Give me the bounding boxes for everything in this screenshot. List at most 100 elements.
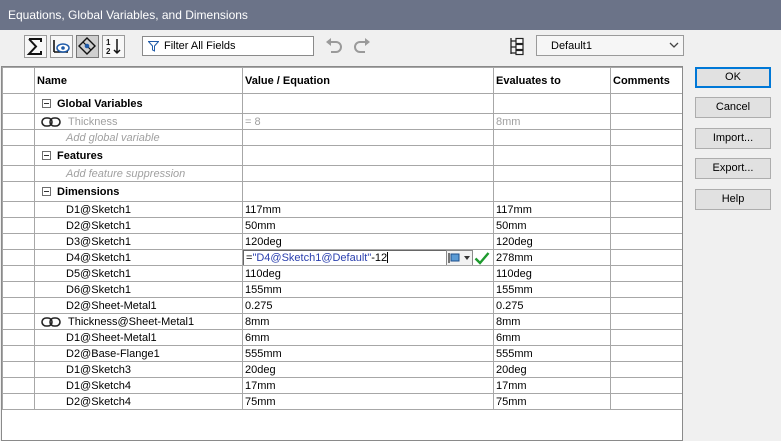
export-button[interactable]: Export...: [695, 158, 771, 179]
table-row[interactable]: D3@Sketch1 120deg 120deg: [2, 233, 682, 250]
row-header[interactable]: [2, 249, 35, 266]
table-row[interactable]: D1@Sketch1 117mm 117mm: [2, 201, 682, 218]
comments-cell[interactable]: [610, 249, 682, 266]
name-cell[interactable]: D1@Sketch4: [34, 377, 243, 394]
name-cell[interactable]: D3@Sketch1: [34, 233, 243, 250]
table-row[interactable]: D1@Sketch3 20deg 20deg: [2, 361, 682, 378]
add-feature-suppression-field[interactable]: Add feature suppression: [34, 165, 243, 182]
row-header[interactable]: [2, 313, 35, 330]
row-header[interactable]: [2, 393, 35, 410]
table-row-editing[interactable]: D4@Sketch1 ="D4@Sketch1@Default"-12 278m…: [2, 249, 682, 266]
accept-check-icon[interactable]: [474, 251, 490, 265]
value-cell[interactable]: 17mm: [242, 377, 494, 394]
value-cell[interactable]: 6mm: [242, 329, 494, 346]
value-cell[interactable]: [242, 165, 494, 182]
table-row[interactable]: Thickness@Sheet-Metal1 8mm 8mm: [2, 313, 682, 330]
table-row[interactable]: D5@Sketch1 110deg 110deg: [2, 265, 682, 282]
add-row[interactable]: Add feature suppression: [2, 165, 682, 182]
help-button[interactable]: Help: [695, 189, 771, 210]
comments-cell[interactable]: [610, 233, 682, 250]
collapse-icon[interactable]: [42, 98, 51, 108]
ordered-view-button[interactable]: 1 2: [102, 35, 125, 58]
row-header[interactable]: [2, 113, 35, 130]
name-cell[interactable]: D4@Sketch1: [34, 249, 243, 266]
name-cell[interactable]: D6@Sketch1: [34, 281, 243, 298]
value-cell[interactable]: = 8: [242, 113, 494, 130]
value-cell[interactable]: 20deg: [242, 361, 494, 378]
comments-cell[interactable]: [610, 297, 682, 314]
comments-cell[interactable]: [610, 361, 682, 378]
comments-cell[interactable]: [610, 113, 682, 130]
function-picker-button[interactable]: [446, 250, 473, 265]
table-row[interactable]: D6@Sketch1 155mm 155mm: [2, 281, 682, 298]
table-row[interactable]: D1@Sheet-Metal1 6mm 6mm: [2, 329, 682, 346]
row-header[interactable]: [2, 217, 35, 234]
dimension-view-button[interactable]: [76, 35, 99, 58]
value-cell[interactable]: 8mm: [242, 313, 494, 330]
comments-cell[interactable]: [610, 281, 682, 298]
column-header-comments[interactable]: Comments: [610, 67, 682, 94]
table-row[interactable]: Thickness = 8 8mm: [2, 113, 682, 130]
row-header[interactable]: [2, 201, 35, 218]
value-cell[interactable]: 75mm: [242, 393, 494, 410]
comments-cell[interactable]: [610, 217, 682, 234]
comments-cell[interactable]: [610, 165, 682, 182]
column-header-value[interactable]: Value / Equation: [242, 67, 494, 94]
value-cell[interactable]: 117mm: [242, 201, 494, 218]
comments-cell[interactable]: [610, 313, 682, 330]
comments-cell[interactable]: [610, 329, 682, 346]
value-cell[interactable]: 155mm: [242, 281, 494, 298]
row-header[interactable]: [2, 345, 35, 362]
comments-cell[interactable]: [610, 129, 682, 146]
comments-cell[interactable]: [610, 345, 682, 362]
name-cell[interactable]: D5@Sketch1: [34, 265, 243, 282]
table-row[interactable]: D2@Sheet-Metal1 0.275 0.275: [2, 297, 682, 314]
row-header[interactable]: [2, 181, 35, 202]
name-cell[interactable]: D2@Sketch4: [34, 393, 243, 410]
row-header[interactable]: [2, 361, 35, 378]
value-cell[interactable]: 50mm: [242, 217, 494, 234]
comments-cell[interactable]: [610, 393, 682, 410]
row-header[interactable]: [2, 129, 35, 146]
equation-view-button[interactable]: [24, 35, 47, 58]
sketch-equation-view-button[interactable]: [50, 35, 73, 58]
undo-icon[interactable]: [324, 37, 344, 55]
name-cell[interactable]: Thickness@Sheet-Metal1: [34, 313, 243, 330]
value-cell[interactable]: 555mm: [242, 345, 494, 362]
configuration-dropdown[interactable]: Default1: [536, 35, 684, 56]
name-cell[interactable]: D1@Sheet-Metal1: [34, 329, 243, 346]
ok-button[interactable]: OK: [695, 67, 771, 88]
name-cell[interactable]: D1@Sketch3: [34, 361, 243, 378]
collapse-icon[interactable]: [42, 186, 51, 196]
comments-cell[interactable]: [610, 201, 682, 218]
name-cell[interactable]: D1@Sketch1: [34, 201, 243, 218]
table-row[interactable]: D2@Base-Flange1 555mm 555mm: [2, 345, 682, 362]
name-cell[interactable]: D2@Sheet-Metal1: [34, 297, 243, 314]
row-header[interactable]: [2, 93, 35, 114]
row-header[interactable]: [2, 233, 35, 250]
equation-edit-field[interactable]: ="D4@Sketch1@Default"-12: [243, 250, 447, 265]
table-row[interactable]: D2@Sketch4 75mm 75mm: [2, 393, 682, 410]
collapse-icon[interactable]: [42, 150, 51, 160]
name-cell[interactable]: D2@Base-Flange1: [34, 345, 243, 362]
name-cell[interactable]: D2@Sketch1: [34, 217, 243, 234]
row-header[interactable]: [2, 145, 35, 166]
add-global-variable-field[interactable]: Add global variable: [34, 129, 243, 146]
redo-icon[interactable]: [352, 37, 372, 55]
table-row[interactable]: D1@Sketch4 17mm 17mm: [2, 377, 682, 394]
value-cell-editing[interactable]: ="D4@Sketch1@Default"-12: [242, 249, 494, 266]
value-cell[interactable]: 120deg: [242, 233, 494, 250]
value-cell[interactable]: 110deg: [242, 265, 494, 282]
filter-field[interactable]: Filter All Fields: [142, 36, 314, 56]
row-header[interactable]: [2, 329, 35, 346]
table-row[interactable]: D2@Sketch1 50mm 50mm: [2, 217, 682, 234]
cancel-button[interactable]: Cancel: [695, 97, 771, 118]
import-button[interactable]: Import...: [695, 128, 771, 149]
comments-cell[interactable]: [610, 377, 682, 394]
value-cell[interactable]: [242, 129, 494, 146]
row-header[interactable]: [2, 265, 35, 282]
name-cell[interactable]: Thickness: [34, 113, 243, 130]
column-header-evaluates[interactable]: Evaluates to: [493, 67, 611, 94]
row-header[interactable]: [2, 281, 35, 298]
comments-cell[interactable]: [610, 265, 682, 282]
